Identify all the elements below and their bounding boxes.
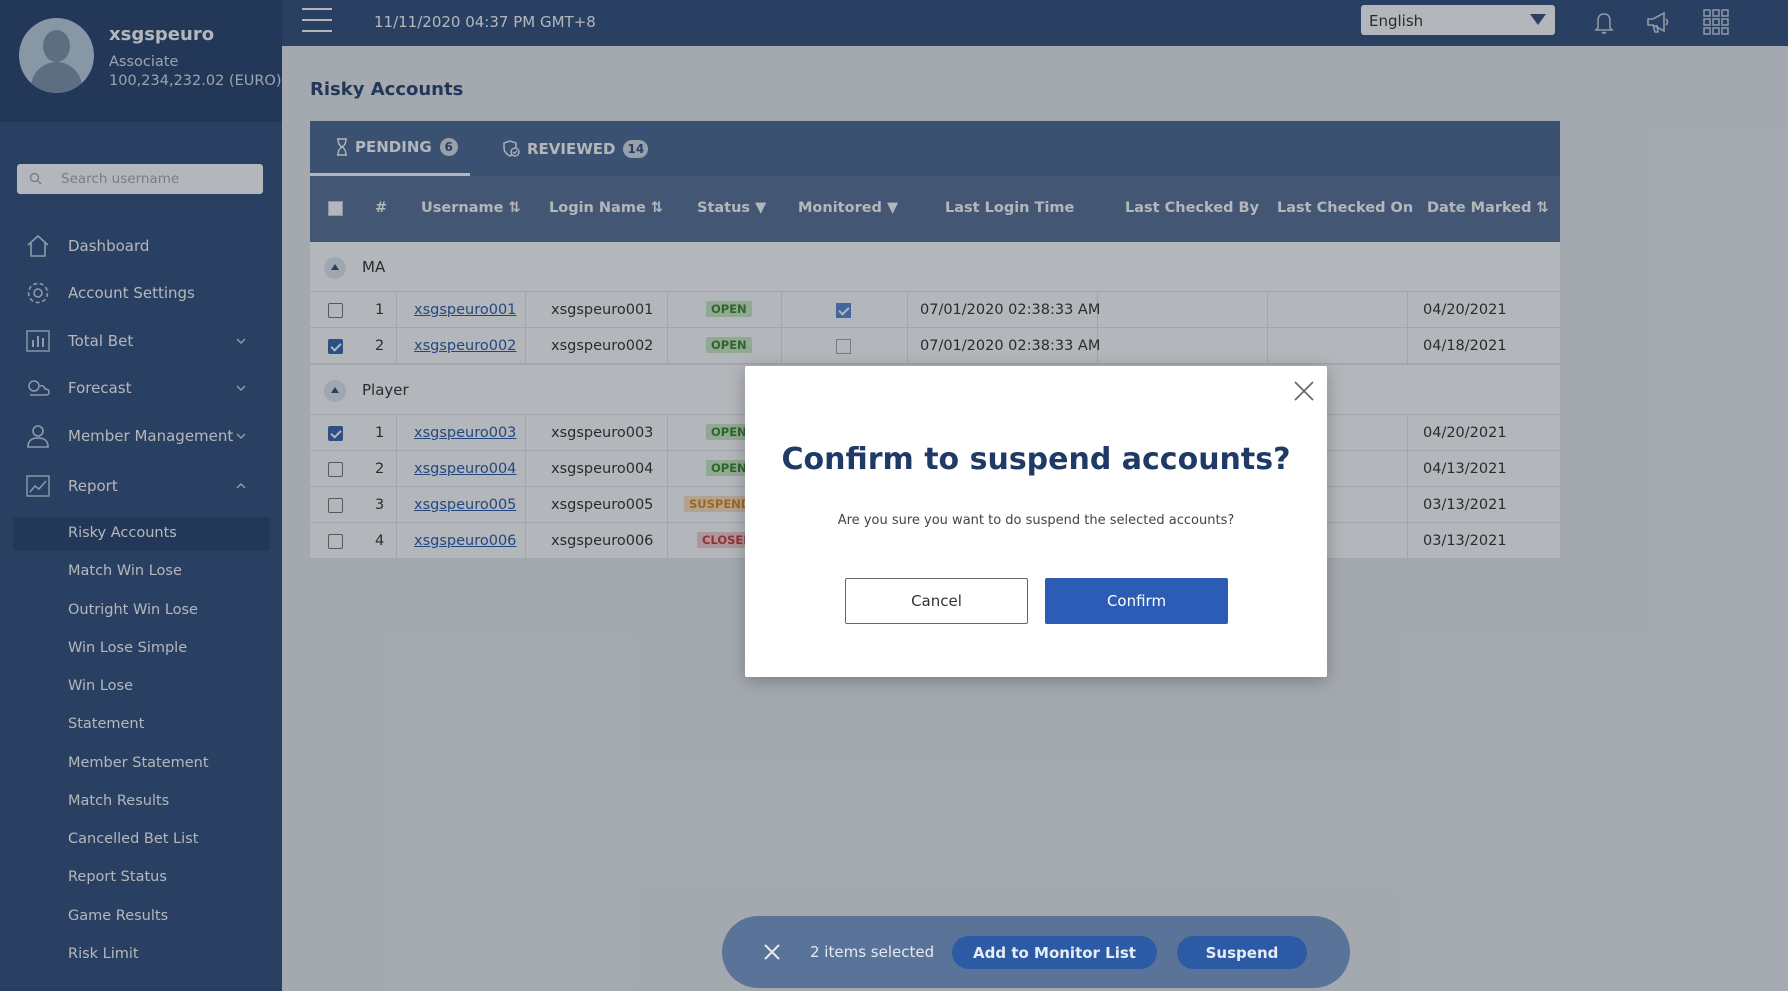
add-to-monitor-button[interactable]: Add to Monitor List [952, 936, 1157, 969]
dialog-message: Are you sure you want to do suspend the … [837, 513, 1235, 528]
close-icon[interactable] [1293, 380, 1315, 402]
selected-count: 2 items selected [810, 943, 935, 961]
close-icon[interactable] [762, 942, 782, 962]
confirm-dialog: Confirm to suspend accounts? Are you sur… [745, 366, 1327, 677]
dialog-title: Confirm to suspend accounts? [781, 442, 1291, 477]
cancel-button[interactable]: Cancel [845, 578, 1028, 624]
confirm-button[interactable]: Confirm [1045, 578, 1228, 624]
selection-action-bar: 2 items selected Add to Monitor List Sus… [722, 916, 1350, 988]
suspend-button[interactable]: Suspend [1177, 936, 1307, 969]
